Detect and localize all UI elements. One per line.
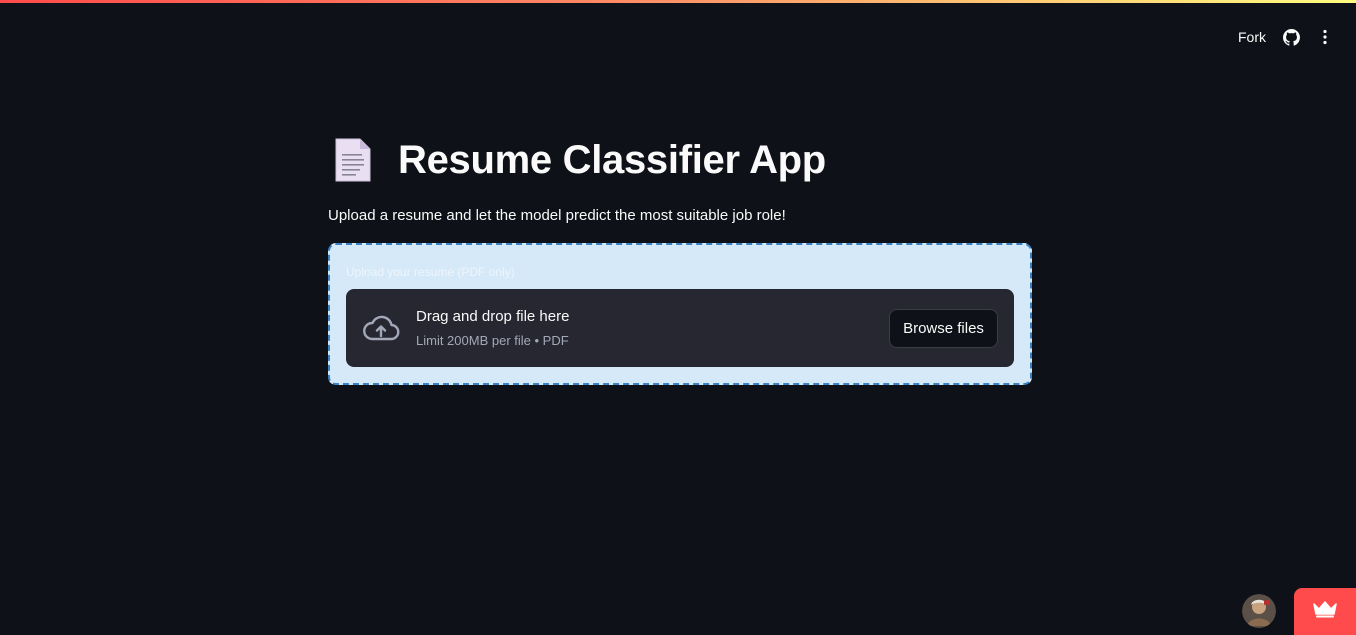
page-subtitle: Upload a resume and let the model predic… xyxy=(328,207,786,224)
dropzone-instructions: Drag and drop file here Limit 200MB per … xyxy=(416,308,889,348)
dropzone-title: Drag and drop file here xyxy=(416,308,570,325)
user-avatar[interactable] xyxy=(1242,594,1276,628)
more-vertical-icon[interactable] xyxy=(1316,28,1334,46)
browse-files-button[interactable]: Browse files xyxy=(889,308,998,348)
fork-link[interactable]: Fork xyxy=(1238,29,1266,45)
top-decoration-stripe xyxy=(0,0,1356,3)
crown-icon xyxy=(1312,600,1338,623)
github-icon[interactable] xyxy=(1282,28,1300,46)
uploader-label: Upload your resume (PDF only) xyxy=(346,265,515,279)
main-content: Resume Classifier App Upload a resume an… xyxy=(328,130,1032,385)
file-uploader: Upload your resume (PDF only) Drag and d… xyxy=(328,243,1032,385)
dropzone[interactable]: Drag and drop file here Limit 200MB per … xyxy=(346,289,1014,367)
streamlit-badge[interactable] xyxy=(1294,588,1356,635)
title-row: Resume Classifier App xyxy=(328,130,1032,190)
dropzone-limit: Limit 200MB per file • PDF xyxy=(416,333,569,348)
page-title: Resume Classifier App xyxy=(398,137,826,182)
cloud-upload-icon xyxy=(362,313,400,343)
toolbar: Fork xyxy=(1238,26,1334,48)
page-facing-up-icon xyxy=(328,135,378,185)
